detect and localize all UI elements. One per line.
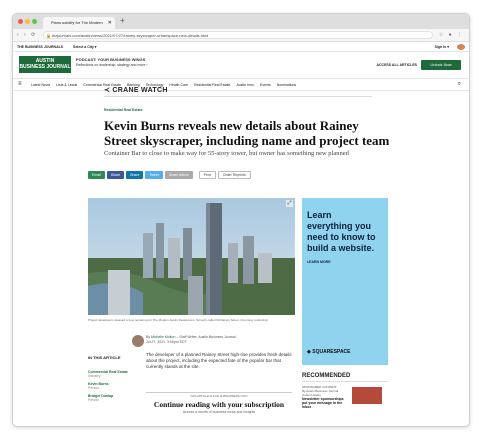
nav-item[interactable]: Residential Real Estate bbox=[194, 83, 230, 87]
address-bar-row: ‹ › ⟳ 🔒 bizjournals.com/austin/news/2021… bbox=[13, 29, 469, 42]
article-dek: Container Bar to close to make way for 5… bbox=[104, 150, 349, 157]
new-tab-icon[interactable]: + bbox=[120, 16, 125, 25]
related-item[interactable]: Bridget Dunlap Person bbox=[88, 394, 113, 402]
subscriber-note: THIS ARTICLE IS FOR SUBSCRIBERS ONLY bbox=[146, 392, 292, 398]
nav-item[interactable]: Lists & Leads bbox=[56, 83, 77, 87]
network-brand[interactable]: THE BUSINESS JOURNALS bbox=[17, 45, 63, 49]
lock-icon: 🔒 bbox=[46, 33, 51, 38]
byline-by: By bbox=[146, 335, 151, 339]
divider bbox=[104, 96, 372, 97]
nav-item[interactable]: Latest News bbox=[31, 83, 50, 87]
site-logo[interactable]: AUSTIN BUSINESS JOURNAL bbox=[19, 56, 71, 73]
ad-brand: ◈ SQUARESPACE bbox=[307, 349, 351, 355]
article-headline: Kevin Burns reveals new details about Ra… bbox=[104, 118, 390, 148]
related-item-type: Person bbox=[88, 398, 100, 402]
hamburger-menu-icon[interactable]: ≡ bbox=[18, 81, 22, 87]
browser-tab[interactable]: Plans solidify for The Modern ✕ bbox=[43, 17, 115, 29]
nav-item[interactable]: Austin Inno bbox=[236, 83, 254, 87]
sponsor-by: By Austin Business Journal Custom Audio bbox=[302, 389, 339, 397]
podcast-promo[interactable]: PODCAST: YOUR BUSINESS WINGS Reflections… bbox=[76, 57, 148, 68]
extension-icons[interactable]: ☆ ● ⋮ bbox=[439, 32, 464, 38]
select-city-dropdown[interactable]: Select a City ▾ bbox=[73, 45, 97, 49]
related-item[interactable]: Kevin Burns Person bbox=[88, 382, 109, 390]
order-reprints-button[interactable]: Order Reprints bbox=[217, 171, 251, 179]
promo-title: PODCAST: YOUR BUSINESS WINGS bbox=[76, 57, 146, 62]
promo-subtitle: Reflections on leadership, strategy and … bbox=[76, 63, 148, 67]
ad-brand-text: SQUARESPACE bbox=[312, 349, 351, 355]
share-article-button[interactable]: Share Article bbox=[164, 171, 193, 179]
share-bar: Email Share Share Tweet Share Article Print Or… bbox=[88, 171, 253, 180]
maximize-window-icon[interactable] bbox=[32, 19, 37, 24]
ad-learn-more[interactable]: LEARN MORE bbox=[307, 260, 331, 264]
nav-item[interactable]: Events bbox=[260, 83, 271, 87]
email-share-button[interactable]: Email bbox=[88, 171, 105, 179]
advertisement[interactable]: Learn everything you need to know to bui… bbox=[302, 198, 388, 365]
close-window-icon[interactable] bbox=[18, 19, 23, 24]
logo-line-2: BUSINESS JOURNAL bbox=[19, 64, 71, 70]
article-body: The developer of a planned Rainey Street… bbox=[146, 352, 292, 369]
access-more-text: Access a month of business news and insi… bbox=[182, 410, 256, 414]
minimize-window-icon[interactable] bbox=[25, 19, 30, 24]
url-text: bizjournals.com/austin/news/2021/07/27/r… bbox=[52, 33, 209, 38]
tab-bar: Plans solidify for The Modern ✕ + bbox=[13, 14, 469, 29]
related-item-type: Person bbox=[88, 386, 100, 390]
crane-watch-label[interactable]: ≺ CRANE WATCH bbox=[104, 86, 168, 94]
related-item[interactable]: Commercial Real Estate Industry bbox=[88, 370, 128, 378]
close-tab-icon[interactable]: ✕ bbox=[108, 17, 112, 29]
author-role: – Staff Writer, Austin Business Journal bbox=[176, 335, 236, 339]
author-link[interactable]: Michelle Molton bbox=[151, 335, 175, 339]
nav-item[interactable]: Health Care bbox=[169, 83, 188, 87]
nav-buttons[interactable]: ‹ › ⟳ bbox=[17, 32, 37, 38]
url-field[interactable]: 🔒 bizjournals.com/austin/news/2021/07/27… bbox=[43, 31, 433, 39]
squarespace-logo-icon: ◈ bbox=[307, 349, 311, 355]
expand-icon[interactable]: ⤢ bbox=[286, 200, 293, 207]
masthead: AUSTIN BUSINESS JOURNAL PODCAST: YOUR BU… bbox=[13, 52, 469, 79]
hero-image: ⤢ bbox=[88, 198, 295, 315]
nav-item[interactable]: Nominations bbox=[277, 83, 296, 87]
search-icon[interactable]: ⌕ bbox=[458, 81, 461, 88]
recommended-heading: RECOMMENDED bbox=[302, 373, 351, 379]
main-nav: ≡ Latest News Lists & Leads Commercial Rea… bbox=[13, 79, 469, 91]
category-kicker[interactable]: Residential Real Estate bbox=[104, 108, 143, 112]
recommended-thumbnail[interactable] bbox=[352, 387, 382, 404]
publish-date: Jul 27, 2021, 3:50pm EDT bbox=[146, 340, 187, 344]
linkedin-share-button[interactable]: Share bbox=[126, 171, 144, 179]
byline: By Michelle Molton – Staff Writer, Austi… bbox=[146, 335, 236, 345]
skyline-rendering bbox=[88, 198, 295, 315]
image-caption: Project developers released a new render… bbox=[88, 318, 268, 322]
continue-reading-heading: Continue reading with your subscription bbox=[153, 400, 285, 409]
avatar[interactable] bbox=[457, 43, 465, 50]
divider bbox=[302, 381, 388, 382]
print-button[interactable]: Print bbox=[198, 171, 216, 179]
access-all-link[interactable]: ACCESS ALL ARTICLES bbox=[376, 63, 417, 67]
sign-in-link[interactable]: Sign In ▾ bbox=[435, 45, 449, 49]
in-this-article-heading: IN THIS ARTICLE bbox=[88, 355, 121, 360]
facebook-share-button[interactable]: Share bbox=[106, 171, 125, 179]
tab-title: Plans solidify for The Modern bbox=[51, 20, 103, 25]
ad-headline: Learn everything you need to know to bui… bbox=[307, 210, 376, 253]
author-avatar bbox=[132, 335, 144, 347]
recommended-headline[interactable]: Newsletter sponsorships put your message… bbox=[302, 397, 346, 409]
site-top-strip: THE BUSINESS JOURNALS Select a City ▾ Si… bbox=[13, 42, 469, 52]
recommended-item[interactable]: SPONSORED CONTENT By Austin Business Jou… bbox=[302, 385, 346, 409]
related-item-type: Industry bbox=[88, 374, 101, 378]
twitter-share-button[interactable]: Tweet bbox=[145, 171, 163, 179]
unlock-now-button[interactable]: Unlock Now bbox=[421, 60, 461, 70]
